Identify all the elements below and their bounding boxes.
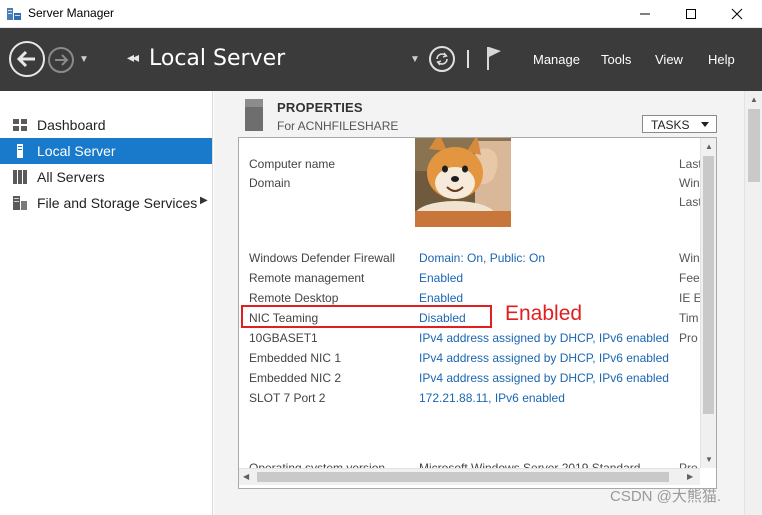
annotation-highlight-box bbox=[241, 305, 492, 328]
sidebar-item-file-storage[interactable]: File and Storage Services ▶ bbox=[0, 190, 212, 216]
sidebar: Dashboard Local Server All Servers File … bbox=[0, 91, 213, 515]
menu-manage[interactable]: Manage bbox=[533, 52, 580, 67]
refresh-button[interactable] bbox=[429, 46, 455, 72]
history-dropdown-icon[interactable]: ▼ bbox=[79, 54, 89, 65]
breadcrumb-chevron-icon: ◂◂ bbox=[127, 49, 139, 65]
window-title: Server Manager bbox=[28, 6, 115, 20]
scrollbar-thumb[interactable] bbox=[257, 472, 669, 482]
scroll-right-icon[interactable]: ▶ bbox=[687, 472, 693, 481]
minimize-icon bbox=[640, 13, 650, 15]
page-title: Local Server bbox=[149, 46, 286, 71]
maximize-icon bbox=[686, 9, 696, 19]
chevron-right-icon[interactable]: ▶ bbox=[200, 195, 208, 206]
all-servers-icon bbox=[13, 170, 27, 184]
property-label: Remote Desktop bbox=[249, 291, 339, 305]
main-vertical-scrollbar[interactable]: ▲ bbox=[744, 91, 762, 515]
arrow-left-icon bbox=[16, 50, 35, 68]
properties-vertical-scrollbar[interactable]: ▲ ▼ bbox=[700, 138, 716, 468]
sidebar-item-label: All Servers bbox=[37, 169, 105, 185]
minimize-button[interactable] bbox=[622, 0, 668, 28]
notifications-flag-icon[interactable] bbox=[485, 45, 503, 71]
header-bar: ▼ ◂◂ Local Server ▼ Manage Tools View He… bbox=[0, 28, 762, 91]
scroll-down-icon[interactable]: ▼ bbox=[705, 455, 713, 464]
annotation-text: Enabled bbox=[505, 302, 583, 325]
forward-button[interactable] bbox=[48, 47, 74, 73]
property-label: Windows Defender Firewall bbox=[249, 251, 396, 265]
maximize-button[interactable] bbox=[668, 0, 714, 28]
menu-help[interactable]: Help bbox=[708, 52, 735, 67]
caret-down-icon bbox=[701, 122, 709, 127]
tasks-label: TASKS bbox=[651, 118, 690, 132]
close-icon bbox=[731, 8, 743, 20]
watermark: CSDN @大熊猫. bbox=[610, 488, 722, 505]
property-label: Remote management bbox=[249, 271, 365, 285]
server-manager-icon bbox=[7, 8, 21, 20]
scroll-up-icon[interactable]: ▲ bbox=[750, 95, 758, 104]
firewall-status-link[interactable]: Domain: On, Public: On bbox=[419, 251, 545, 265]
dashboard-icon bbox=[13, 119, 27, 131]
back-button[interactable] bbox=[9, 41, 45, 77]
sidebar-item-label: Dashboard bbox=[37, 117, 106, 133]
local-server-icon bbox=[17, 144, 23, 158]
storage-icon bbox=[13, 196, 27, 210]
shiba-dog-photo bbox=[415, 138, 511, 227]
scroll-up-icon[interactable]: ▲ bbox=[705, 142, 713, 151]
property-label: Computer name bbox=[249, 157, 336, 171]
property-label: Embedded NIC 1 bbox=[249, 351, 342, 365]
sidebar-item-label: File and Storage Services bbox=[37, 195, 198, 211]
properties-server-icon bbox=[245, 99, 263, 131]
scroll-left-icon[interactable]: ◀ bbox=[243, 472, 249, 481]
sidebar-item-label: Local Server bbox=[37, 143, 116, 159]
header-divider bbox=[467, 50, 469, 68]
title-bar: Server Manager bbox=[0, 0, 762, 28]
refresh-icon bbox=[436, 52, 448, 66]
tasks-dropdown[interactable]: TASKS bbox=[642, 115, 717, 133]
adapter-10gbaset1-link[interactable]: IPv4 address assigned by DHCP, IPv6 enab… bbox=[419, 331, 669, 345]
main-content: PROPERTIES For ACNHFILESHARE TASKS Compu… bbox=[214, 91, 762, 515]
menu-view[interactable]: View bbox=[655, 52, 683, 67]
remote-management-link[interactable]: Enabled bbox=[419, 271, 463, 285]
sidebar-item-local-server[interactable]: Local Server bbox=[0, 138, 212, 164]
property-label: 10GBASET1 bbox=[249, 331, 318, 345]
properties-subtitle: For ACNHFILESHARE bbox=[277, 119, 399, 133]
remote-desktop-link[interactable]: Enabled bbox=[419, 291, 463, 305]
slot7-port2-link[interactable]: 172.21.88.11, IPv6 enabled bbox=[419, 391, 565, 405]
property-label: Embedded NIC 2 bbox=[249, 371, 342, 385]
refresh-dropdown-icon[interactable]: ▼ bbox=[410, 54, 420, 65]
properties-title: PROPERTIES bbox=[277, 100, 363, 115]
scrollbar-thumb[interactable] bbox=[748, 109, 760, 182]
menu-tools[interactable]: Tools bbox=[601, 52, 631, 67]
property-label: SLOT 7 Port 2 bbox=[249, 391, 326, 405]
scrollbar-thumb[interactable] bbox=[703, 156, 714, 414]
arrow-right-icon bbox=[55, 54, 69, 66]
sidebar-item-all-servers[interactable]: All Servers bbox=[0, 164, 212, 190]
property-label: Domain bbox=[249, 176, 291, 190]
close-button[interactable] bbox=[714, 0, 760, 28]
sidebar-item-dashboard[interactable]: Dashboard bbox=[0, 112, 212, 138]
properties-horizontal-scrollbar[interactable]: ◀ ▶ bbox=[239, 468, 700, 485]
embedded-nic-2-link[interactable]: IPv4 address assigned by DHCP, IPv6 enab… bbox=[419, 371, 669, 385]
embedded-nic-1-link[interactable]: IPv4 address assigned by DHCP, IPv6 enab… bbox=[419, 351, 669, 365]
